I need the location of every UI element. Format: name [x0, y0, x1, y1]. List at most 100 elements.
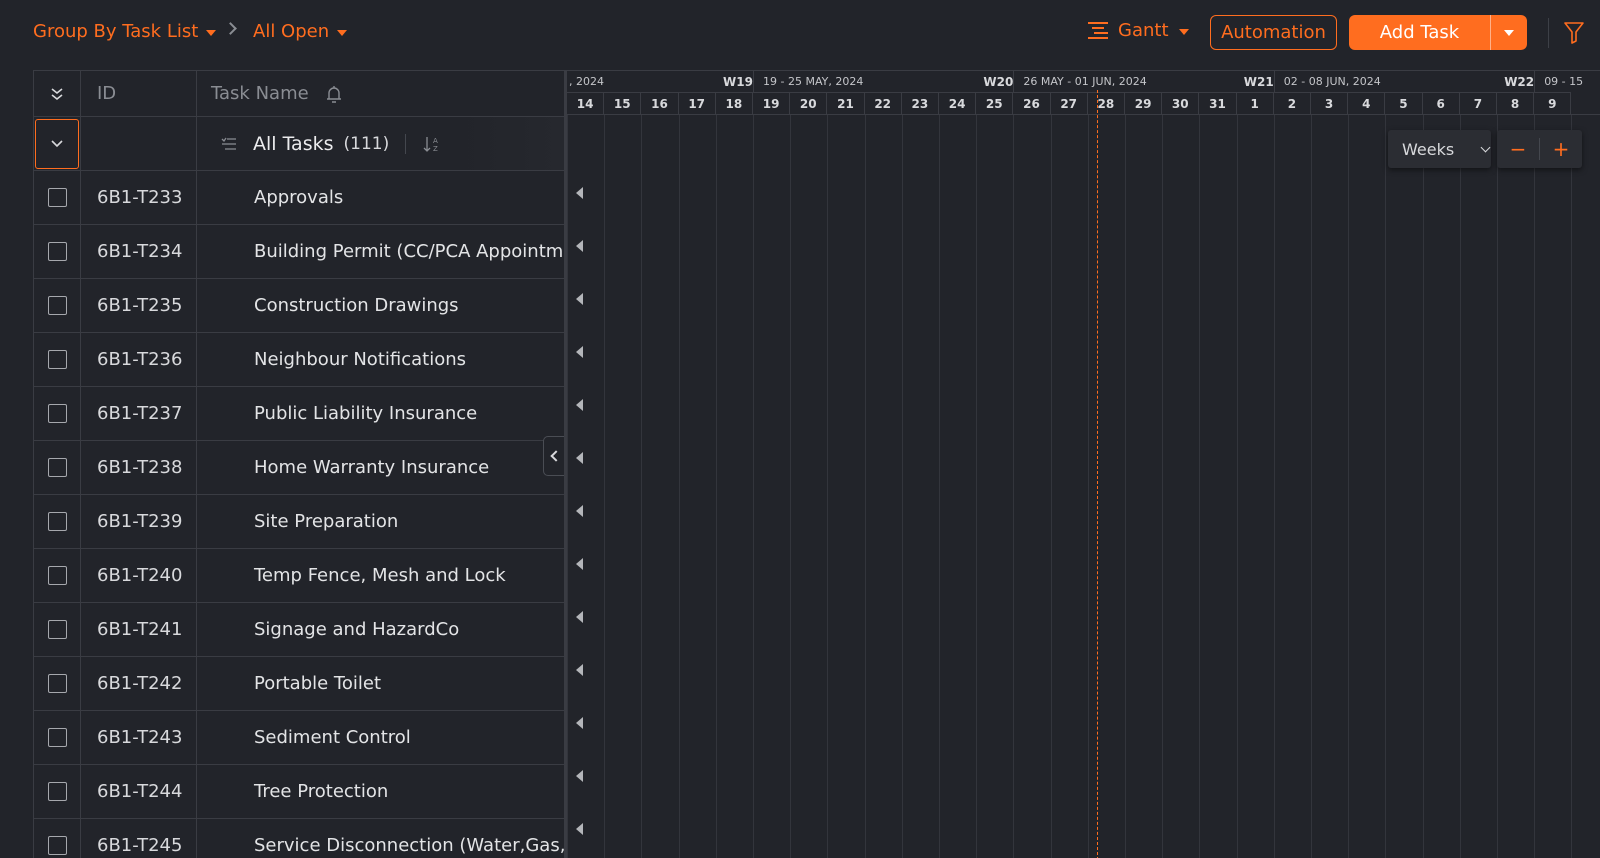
table-row[interactable]: 6B1-T237 Public Liability Insurance [34, 387, 565, 441]
task-name[interactable]: Tree Protection [197, 765, 565, 818]
row-checkbox[interactable] [47, 296, 67, 315]
row-checkbox[interactable] [47, 350, 67, 369]
task-name[interactable]: Sediment Control [197, 711, 565, 764]
task-name[interactable]: Portable Toilet [197, 657, 565, 710]
chevron-down-icon [51, 139, 63, 147]
caret-down-icon [337, 29, 348, 36]
row-checkbox[interactable] [47, 620, 67, 639]
week-range-label: 02 - 08 JUN, 2024 [1283, 75, 1381, 88]
grid-column-line [790, 115, 792, 858]
row-checkbox[interactable] [47, 728, 67, 747]
scroll-to-task-arrow[interactable] [576, 717, 583, 729]
zoom-out-button[interactable]: − [1497, 130, 1539, 168]
scroll-to-task-arrow[interactable] [576, 823, 583, 835]
scroll-to-task-arrow[interactable] [576, 452, 583, 464]
group-by-label: Group By Task List [33, 21, 199, 42]
row-checkbox[interactable] [47, 836, 67, 855]
day-label: 26 [1013, 92, 1051, 115]
task-name[interactable]: Service Disconnection (Water,Gas,E [197, 819, 565, 858]
task-name[interactable]: Signage and HazardCo [197, 603, 565, 656]
task-name[interactable]: Site Preparation [197, 495, 565, 548]
caret-down-icon [1178, 28, 1189, 35]
table-row[interactable]: 6B1-T239 Site Preparation [34, 495, 565, 549]
sort-az-icon[interactable]: A Z [422, 134, 442, 154]
table-row[interactable]: 6B1-T242 Portable Toilet [34, 657, 565, 711]
task-id: 6B1-T234 [81, 225, 197, 278]
reminder-bell-icon[interactable] [325, 84, 343, 104]
table-row[interactable]: 6B1-T245 Service Disconnection (Water,Gas… [34, 819, 565, 858]
scroll-to-task-arrow[interactable] [576, 399, 583, 411]
checkbox-cell [34, 819, 81, 858]
table-row[interactable]: 6B1-T238 Home Warranty Insurance [34, 441, 565, 495]
scroll-to-task-arrow[interactable] [576, 240, 583, 252]
checkbox-cell [34, 441, 81, 494]
zoom-in-button[interactable]: + [1540, 130, 1582, 168]
grid-column-line [1236, 115, 1238, 858]
grid-column-line [939, 115, 940, 858]
filter-dropdown[interactable]: All Open [253, 21, 348, 42]
group-by-dropdown[interactable]: Group By Task List [33, 21, 217, 42]
task-id: 6B1-T236 [81, 333, 197, 386]
day-label: 23 [901, 92, 939, 115]
row-checkbox[interactable] [47, 458, 67, 477]
collapse-panel-button[interactable] [543, 436, 565, 476]
scroll-to-task-arrow[interactable] [576, 187, 583, 199]
table-row[interactable]: 6B1-T234 Building Permit (CC/PCA Appointm [34, 225, 565, 279]
table-row[interactable]: 6B1-T233 Approvals [34, 171, 565, 225]
scroll-to-task-arrow[interactable] [576, 664, 583, 676]
day-label: 19 [753, 92, 791, 115]
row-checkbox[interactable] [47, 242, 67, 261]
row-checkbox[interactable] [47, 674, 67, 693]
checkbox-cell [34, 549, 81, 602]
task-name[interactable]: Construction Drawings [197, 279, 565, 332]
task-name[interactable]: Building Permit (CC/PCA Appointm [197, 225, 565, 278]
add-task-menu-button[interactable] [1491, 15, 1527, 50]
row-checkbox[interactable] [47, 512, 67, 531]
grid-column-line [1385, 115, 1387, 858]
scroll-to-task-arrow[interactable] [576, 558, 583, 570]
task-name[interactable]: Public Liability Insurance [197, 387, 565, 440]
column-header-id[interactable]: ID [81, 71, 197, 116]
row-checkbox[interactable] [47, 566, 67, 585]
task-name[interactable]: Home Warranty Insurance [197, 441, 565, 494]
group-collapse-toggle[interactable] [35, 118, 79, 169]
table-row[interactable]: 6B1-T240 Temp Fence, Mesh and Lock [34, 549, 565, 603]
add-task-button[interactable]: Add Task [1349, 15, 1491, 50]
top-toolbar: Group By Task List All Open Gantt Automa… [0, 0, 1600, 64]
scroll-to-task-arrow[interactable] [576, 346, 583, 358]
task-name[interactable]: Approvals [197, 171, 565, 224]
scroll-to-task-arrow[interactable] [576, 505, 583, 517]
filter-icon[interactable] [1564, 22, 1584, 44]
grid-column-line [1571, 115, 1573, 858]
column-header-task-name[interactable]: Task Name [197, 71, 565, 116]
group-row-all-tasks: All Tasks (111) A Z [34, 117, 565, 171]
row-checkbox[interactable] [47, 782, 67, 801]
table-row[interactable]: 6B1-T244 Tree Protection [34, 765, 565, 819]
scroll-to-task-arrow[interactable] [576, 293, 583, 305]
scroll-to-task-arrow[interactable] [576, 611, 583, 623]
table-row[interactable]: 6B1-T241 Signage and HazardCo [34, 603, 565, 657]
table-row[interactable]: 6B1-T243 Sediment Control [34, 711, 565, 765]
expand-all-button[interactable] [34, 71, 81, 116]
week-divider [1534, 71, 1536, 93]
week-range-label: 09 - 15 [1544, 75, 1584, 88]
task-name[interactable]: Neighbour Notifications [197, 333, 565, 386]
automation-button[interactable]: Automation [1210, 15, 1337, 50]
checkbox-cell [34, 333, 81, 386]
scroll-to-task-arrow[interactable] [576, 770, 583, 782]
view-switcher[interactable]: Gantt [1088, 20, 1189, 41]
timescale-select[interactable]: Weeks [1388, 130, 1491, 168]
day-label: 29 [1125, 92, 1163, 115]
row-checkbox[interactable] [47, 188, 67, 207]
week-number-label: W19 [723, 75, 753, 89]
table-row[interactable]: 6B1-T235 Construction Drawings [34, 279, 565, 333]
day-label: 2 [1273, 92, 1311, 115]
day-label: 21 [827, 92, 865, 115]
week-divider [1273, 71, 1275, 93]
table-row[interactable]: 6B1-T236 Neighbour Notifications [34, 333, 565, 387]
day-label: 20 [790, 92, 828, 115]
task-name[interactable]: Temp Fence, Mesh and Lock [197, 549, 565, 602]
row-checkbox[interactable] [47, 404, 67, 423]
task-id: 6B1-T244 [81, 765, 197, 818]
checkbox-cell [34, 603, 81, 656]
